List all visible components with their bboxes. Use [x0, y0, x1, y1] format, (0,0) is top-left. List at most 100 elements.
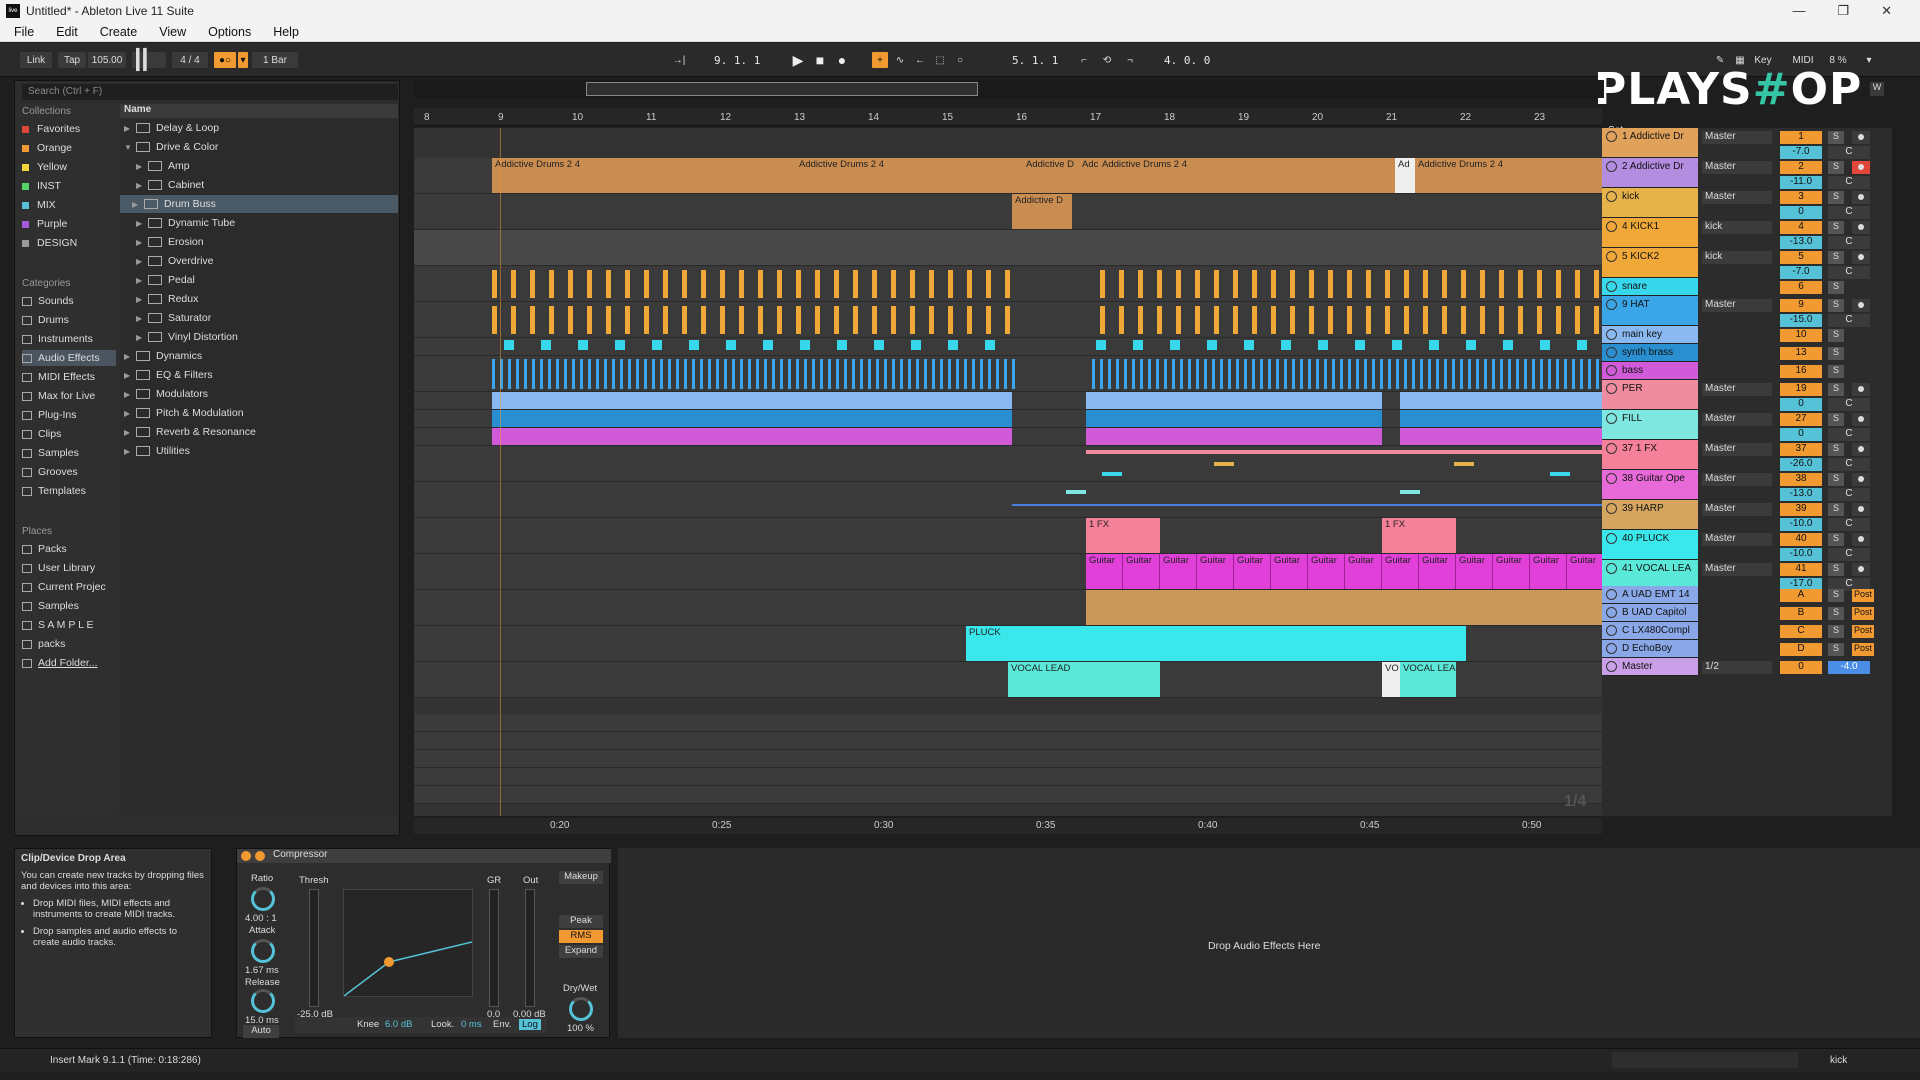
midi-note[interactable]: [777, 306, 782, 334]
midi-note[interactable]: [1005, 306, 1010, 334]
audio-clip[interactable]: Guitar: [1493, 554, 1530, 589]
collapsed-arrow-icon[interactable]: ▶: [124, 428, 136, 437]
track-activator-button[interactable]: 1: [1780, 131, 1822, 144]
collapsed-arrow-icon[interactable]: ▶: [136, 181, 148, 190]
midi-note[interactable]: [1133, 340, 1143, 350]
midi-note[interactable]: [1204, 359, 1207, 389]
midi-note[interactable]: [834, 306, 839, 334]
midi-note[interactable]: [701, 306, 706, 334]
auto-release-button[interactable]: Auto: [243, 1025, 279, 1038]
category-clips[interactable]: Clips: [22, 426, 116, 442]
makeup-button[interactable]: Makeup: [559, 871, 603, 884]
audio-clip[interactable]: Guitar: [1234, 554, 1271, 589]
arm-record-button[interactable]: [1852, 413, 1870, 426]
track-name[interactable]: snare: [1602, 278, 1698, 296]
midi-note[interactable]: [1364, 359, 1367, 389]
midi-note[interactable]: [1176, 270, 1181, 298]
midi-note[interactable]: [1180, 359, 1183, 389]
midi-note[interactable]: [986, 270, 991, 298]
midi-note[interactable]: [756, 359, 759, 389]
track-lane[interactable]: [414, 410, 1602, 428]
collapsed-arrow-icon[interactable]: ▶: [132, 200, 144, 209]
browser-item[interactable]: ▶ Vinyl Distortion: [136, 328, 238, 346]
time-signature-field[interactable]: 4 / 4: [172, 52, 208, 68]
browser-item[interactable]: ▶ Redux: [136, 290, 198, 308]
midi-note[interactable]: [1188, 359, 1191, 389]
collapsed-arrow-icon[interactable]: ▶: [124, 371, 136, 380]
solo-button[interactable]: S: [1828, 413, 1844, 426]
audio-clip[interactable]: VO: [1382, 662, 1400, 697]
arm-record-button[interactable]: [1852, 443, 1870, 456]
midi-note[interactable]: [644, 359, 647, 389]
category-samples[interactable]: Samples: [22, 445, 116, 461]
category-max-for-live[interactable]: Max for Live: [22, 388, 116, 404]
midi-note[interactable]: [1196, 359, 1199, 389]
midi-note[interactable]: [891, 306, 896, 334]
midi-note[interactable]: [508, 359, 511, 389]
maximize-button[interactable]: ❐: [1837, 3, 1849, 19]
track-lane[interactable]: [414, 590, 1602, 626]
midi-note[interactable]: [772, 359, 775, 389]
quantize-select[interactable]: 1 Bar: [252, 52, 298, 68]
midi-note[interactable]: [892, 359, 895, 389]
midi-clip[interactable]: PLUCK: [966, 626, 1466, 661]
midi-note[interactable]: [604, 359, 607, 389]
midi-clip[interactable]: [1400, 490, 1420, 494]
output-routing-select[interactable]: kick: [1702, 251, 1772, 264]
track-lane[interactable]: [414, 338, 1602, 356]
midi-note[interactable]: [1580, 359, 1583, 389]
return-track-header[interactable]: D EchoBoy D S Post: [1602, 640, 1892, 658]
midi-note[interactable]: [1436, 359, 1439, 389]
category-sounds[interactable]: Sounds: [22, 293, 116, 309]
midi-note[interactable]: [1499, 306, 1504, 334]
track-header[interactable]: main key 10 S: [1602, 326, 1892, 344]
track-name[interactable]: PER: [1602, 380, 1698, 410]
log-button[interactable]: Log: [519, 1019, 541, 1030]
midi-note[interactable]: [1537, 270, 1542, 298]
return-lane[interactable]: [414, 714, 1602, 732]
solo-button[interactable]: S: [1828, 251, 1844, 264]
device-title[interactable]: Compressor: [237, 849, 611, 863]
category-grooves[interactable]: Grooves: [22, 464, 116, 480]
midi-note[interactable]: [596, 359, 599, 389]
track-fold-icon[interactable]: [1606, 589, 1617, 600]
track-fold-icon[interactable]: [1606, 299, 1617, 310]
midi-clip[interactable]: [1454, 462, 1474, 466]
midi-note[interactable]: [777, 270, 782, 298]
punch-in-icon[interactable]: ⌐: [1076, 52, 1092, 68]
midi-note[interactable]: [516, 359, 519, 389]
midi-note[interactable]: [872, 306, 877, 334]
collection-mix[interactable]: MIX: [22, 197, 116, 213]
midi-note[interactable]: [868, 359, 871, 389]
track-header[interactable]: 38 Guitar Ope Master 38 S -13.0 C: [1602, 470, 1892, 501]
audio-clip[interactable]: Guitar: [1197, 554, 1234, 589]
w-button[interactable]: W: [1870, 82, 1884, 96]
midi-note[interactable]: [511, 306, 516, 334]
solo-button[interactable]: S: [1828, 221, 1844, 234]
track-activator-button[interactable]: 9: [1780, 299, 1822, 312]
post-button[interactable]: Post: [1852, 643, 1874, 656]
midi-note[interactable]: [1252, 359, 1255, 389]
collapsed-arrow-icon[interactable]: ▶: [136, 238, 148, 247]
audio-clip[interactable]: 1 FX: [1382, 518, 1456, 553]
solo-button[interactable]: S: [1828, 643, 1844, 656]
return-lane[interactable]: [414, 768, 1602, 786]
track-activator-button[interactable]: 39: [1780, 503, 1822, 516]
midi-note[interactable]: [1518, 306, 1523, 334]
midi-note[interactable]: [1214, 270, 1219, 298]
midi-note[interactable]: [1366, 306, 1371, 334]
track-activator-button[interactable]: 10: [1780, 329, 1822, 342]
menu-view[interactable]: View: [159, 25, 186, 39]
track-lane[interactable]: [414, 482, 1602, 518]
track-activator-button[interactable]: 13: [1780, 347, 1822, 360]
midi-note[interactable]: [1324, 359, 1327, 389]
midi-note[interactable]: [1340, 359, 1343, 389]
midi-note[interactable]: [572, 359, 575, 389]
midi-note[interactable]: [541, 340, 551, 350]
track-name[interactable]: kick: [1602, 188, 1698, 218]
device-fold-icon[interactable]: [255, 851, 265, 861]
audio-clip[interactable]: Guitar: [1271, 554, 1308, 589]
track-header[interactable]: synth brass 13 S: [1602, 344, 1892, 362]
midi-note[interactable]: [1124, 359, 1127, 389]
collapsed-arrow-icon[interactable]: ▶: [124, 124, 136, 133]
